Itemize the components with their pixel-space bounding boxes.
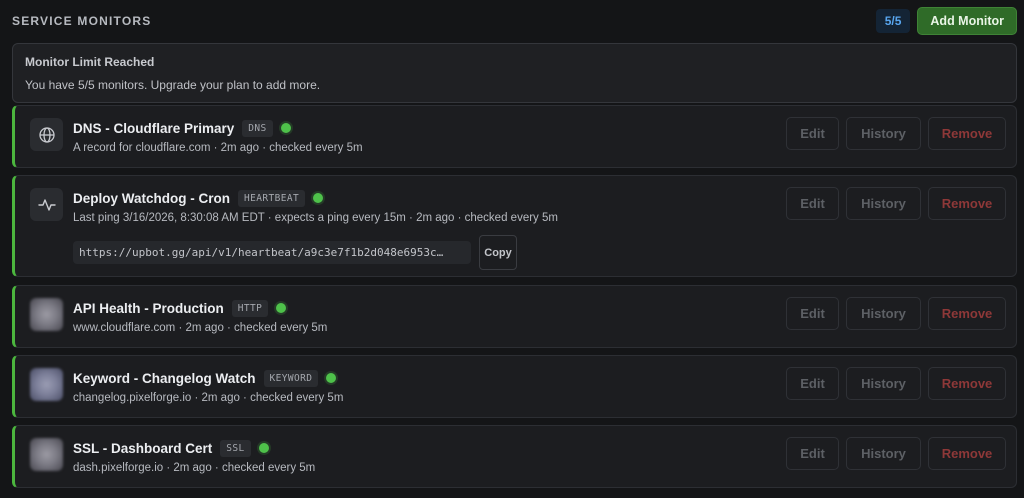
heartbeat-url: https://upbot.gg/api/v1/heartbeat/a9c3e7… [73,241,471,264]
monitor-count-badge: 5/5 [875,9,911,33]
page-header: SERVICE MONITORS 5/5 Add Monitor [12,6,1017,36]
limit-banner: Monitor Limit Reached You have 5/5 monit… [12,43,1017,103]
monitor-name: SSL - Dashboard Cert [73,440,213,456]
favicon-icon [30,438,63,471]
status-dot [280,123,291,133]
remove-button[interactable]: Remove [928,437,1006,470]
heartbeat-url-row: https://upbot.gg/api/v1/heartbeat/a9c3e7… [73,235,558,270]
header-actions: 5/5 Add Monitor [875,7,1017,35]
monitor-info: DNS - Cloudflare Primary DNS A record fo… [73,116,363,154]
history-button[interactable]: History [846,437,921,470]
monitor-card-heartbeat[interactable]: Deploy Watchdog - Cron HEARTBEAT Last pi… [12,175,1017,277]
monitor-actions: Edit History Remove [786,187,1006,220]
monitor-type-tag: SSL [220,439,251,457]
monitor-type-tag: HTTP [231,299,269,317]
status-dot [258,443,269,453]
monitor-card-ssl[interactable]: SSL - Dashboard Cert SSL dash.pixelforge… [12,425,1017,488]
remove-button[interactable]: Remove [928,297,1006,330]
monitor-name: API Health - Production [73,300,224,316]
monitor-type-tag: HEARTBEAT [238,189,306,207]
status-dot [276,303,287,313]
page-title: SERVICE MONITORS [12,14,152,28]
monitor-type-tag: DNS [242,119,273,137]
edit-button[interactable]: Edit [786,117,839,150]
edit-button[interactable]: Edit [786,367,839,400]
status-dot [326,373,337,383]
monitor-subtitle: www.cloudflare.com · 2m ago · checked ev… [73,322,328,334]
edit-button[interactable]: Edit [786,187,839,220]
limit-banner-message: You have 5/5 monitors. Upgrade your plan… [25,78,321,92]
monitor-subtitle: Last ping 3/16/2026, 8:30:08 AM EDT · ex… [73,212,558,224]
monitor-card-dns[interactable]: DNS - Cloudflare Primary DNS A record fo… [12,105,1017,168]
monitor-actions: Edit History Remove [786,437,1006,470]
add-monitor-button[interactable]: Add Monitor [917,7,1017,35]
history-button[interactable]: History [846,297,921,330]
monitor-card-http[interactable]: API Health - Production HTTP www.cloudfl… [12,285,1017,348]
monitor-actions: Edit History Remove [786,367,1006,400]
limit-banner-title: Monitor Limit Reached [25,55,155,69]
monitor-subtitle: changelog.pixelforge.io · 2m ago · check… [73,392,344,404]
copy-url-button[interactable]: Copy [479,235,517,270]
monitor-actions: Edit History Remove [786,297,1006,330]
monitor-subtitle: dash.pixelforge.io · 2m ago · checked ev… [73,462,316,474]
remove-button[interactable]: Remove [928,367,1006,400]
monitor-name: Keyword - Changelog Watch [73,370,256,386]
history-button[interactable]: History [846,367,921,400]
monitor-name: DNS - Cloudflare Primary [73,120,235,136]
favicon-icon [30,368,63,401]
monitor-card-keyword[interactable]: Keyword - Changelog Watch KEYWORD change… [12,355,1017,418]
edit-button[interactable]: Edit [786,297,839,330]
monitor-subtitle: A record for cloudflare.com · 2m ago · c… [73,142,363,154]
pulse-icon [30,188,63,221]
monitor-info: Deploy Watchdog - Cron HEARTBEAT Last pi… [73,186,558,270]
monitor-info: Keyword - Changelog Watch KEYWORD change… [73,366,343,404]
history-button[interactable]: History [846,187,921,220]
remove-button[interactable]: Remove [928,117,1006,150]
monitor-info: API Health - Production HTTP www.cloudfl… [73,296,327,334]
edit-button[interactable]: Edit [786,437,839,470]
globe-icon [30,118,63,151]
monitor-type-tag: KEYWORD [263,369,319,387]
monitor-actions: Edit History Remove [786,117,1006,150]
history-button[interactable]: History [846,117,921,150]
status-dot [313,193,324,203]
remove-button[interactable]: Remove [928,187,1006,220]
monitor-name: Deploy Watchdog - Cron [73,190,230,206]
favicon-icon [30,298,63,331]
monitor-info: SSL - Dashboard Cert SSL dash.pixelforge… [73,436,315,474]
